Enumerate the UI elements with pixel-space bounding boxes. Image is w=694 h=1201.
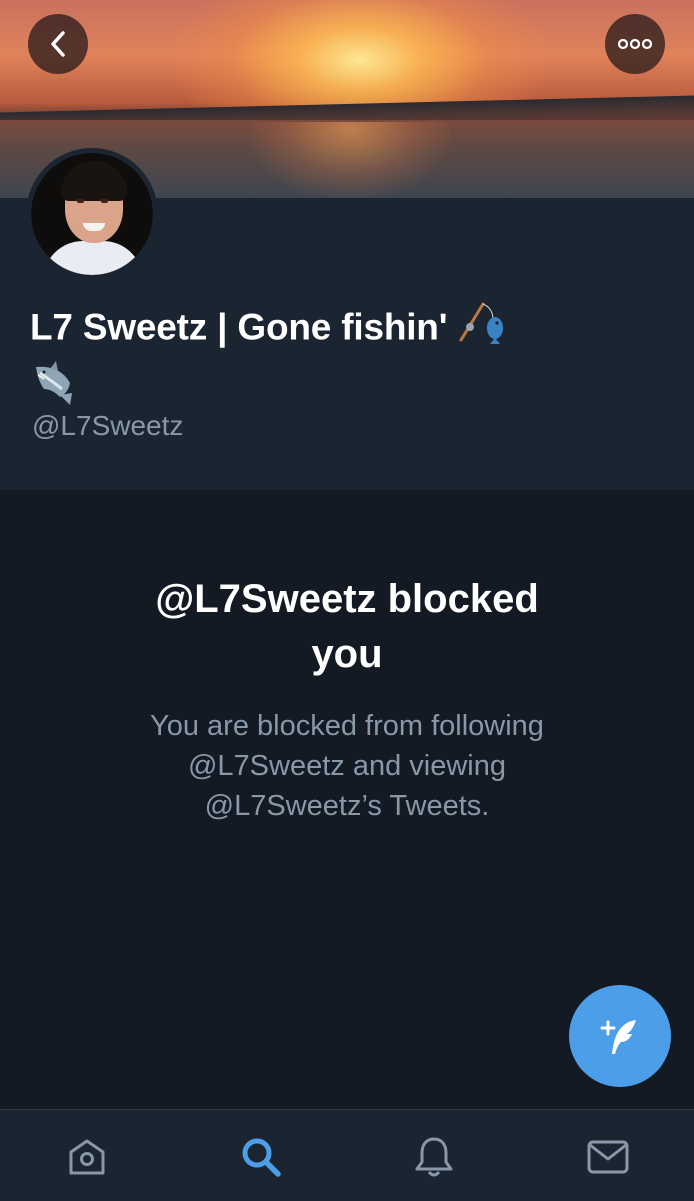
avatar-photo [31,153,153,275]
blocked-description: You are blocked from following @L7Sweetz… [0,706,694,826]
search-icon [242,1138,281,1177]
fishing-pole-emoji-icon [457,300,507,359]
blocked-description-line: @L7Sweetz’s Tweets. [204,790,490,822]
ellipsis-icon [618,38,652,50]
display-name-text: L7 Sweetz | Gone fishin' [30,306,448,348]
chevron-left-icon [51,31,65,57]
bottom-tab-bar [0,1109,694,1201]
blocked-title: @L7Sweetz blocked you [0,572,694,682]
avatar-hair [61,161,127,201]
tab-notifications[interactable] [411,1134,457,1180]
back-button[interactable] [28,14,88,74]
blocked-title-line: you [311,632,383,676]
blocked-title-line: @L7Sweetz blocked [155,577,539,621]
profile-handle: @L7Sweetz [32,410,184,441]
avatar-eye [101,199,108,203]
tab-home[interactable] [64,1134,110,1180]
home-icon [69,1139,105,1175]
avatar-shirt [43,241,143,275]
tab-messages[interactable] [585,1134,631,1180]
bell-icon [415,1137,453,1177]
more-options-button[interactable] [605,14,665,74]
compose-tweet-button[interactable] [569,985,671,1087]
blocked-description-line: @L7Sweetz and viewing [187,750,506,782]
blocked-description-line: You are blocked from following [150,710,544,742]
avatar-eye [77,199,84,203]
tab-search[interactable] [238,1134,284,1180]
banner-reflection [250,122,450,198]
mail-icon [587,1140,629,1174]
display-name: L7 Sweetz | Gone fishin' [30,300,650,422]
compose-tweet-icon [600,1020,636,1054]
avatar[interactable] [26,148,158,280]
